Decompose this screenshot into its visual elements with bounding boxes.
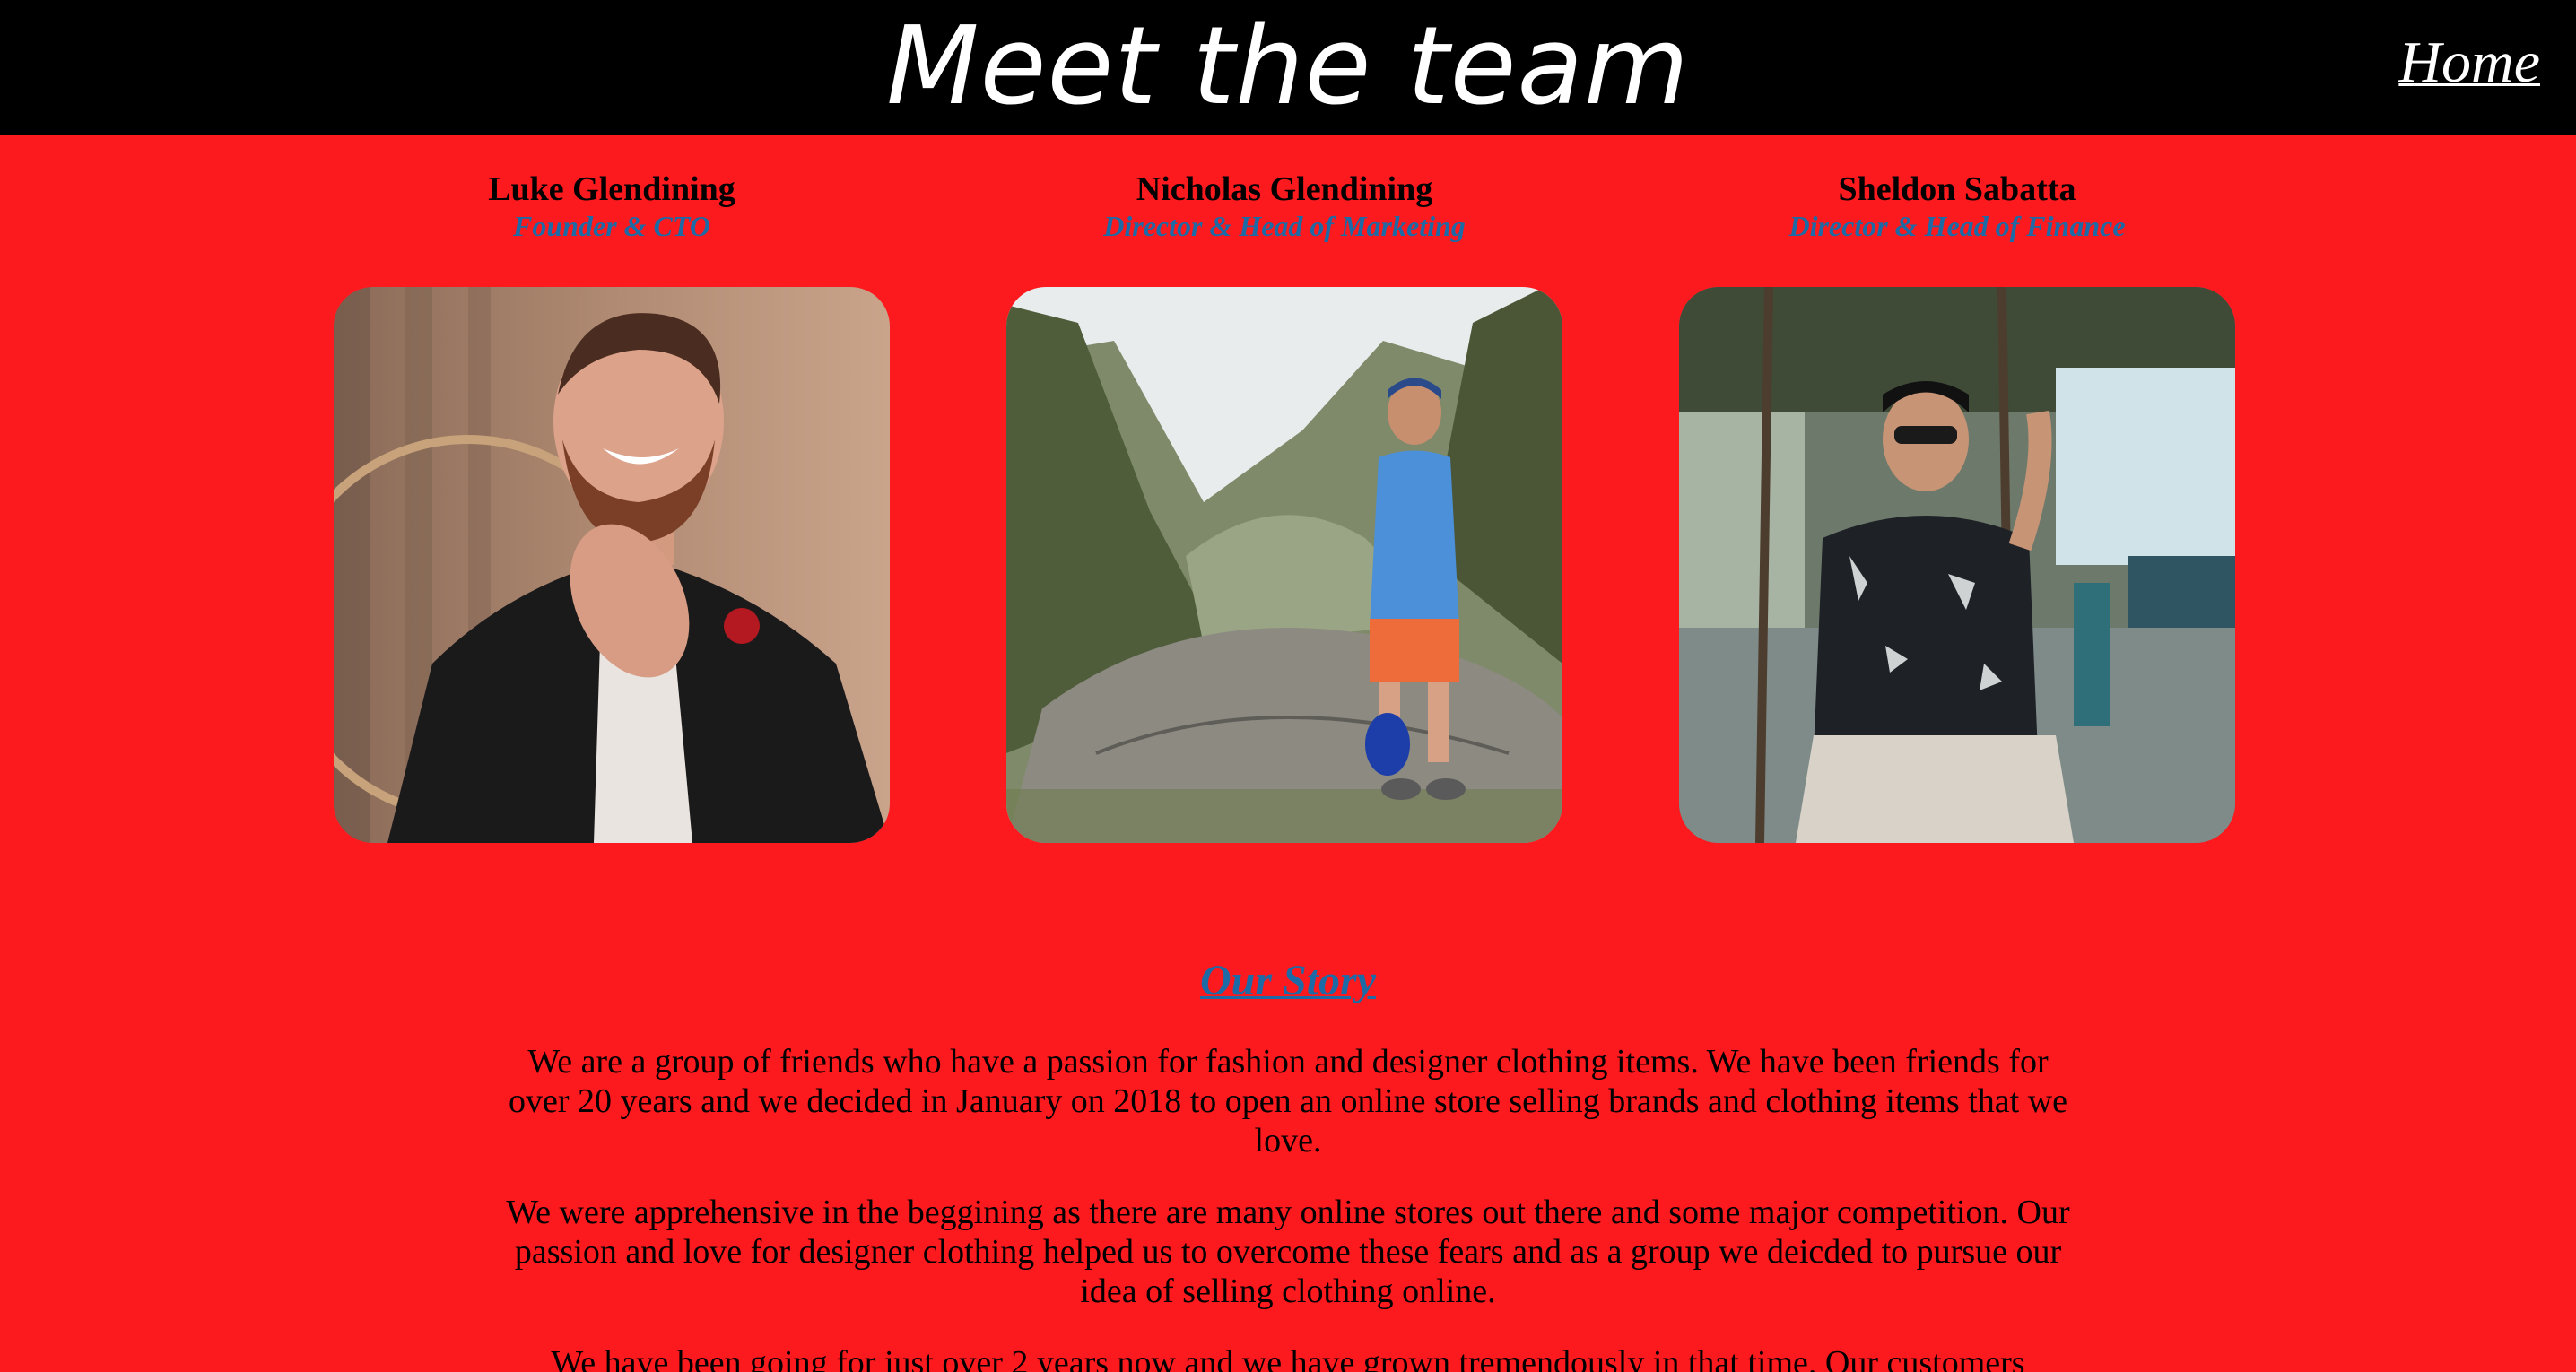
photo-luke-image bbox=[334, 287, 890, 843]
member-photo bbox=[1679, 287, 2235, 843]
member-role: Director & Head of Marketing bbox=[1103, 210, 1466, 242]
team-member-card: Luke Glendining Founder & CTO bbox=[334, 169, 890, 242]
story-heading: Our Story bbox=[1199, 957, 1377, 1004]
team-member-card: Sheldon Sabatta Director & Head of Finan… bbox=[1679, 169, 2235, 242]
team-member-card: Nicholas Glendining Director & Head of M… bbox=[1006, 169, 1562, 242]
story-body: We are a group of friends who have a pas… bbox=[502, 1042, 2074, 1372]
story-paragraph: We have been going for just over 2 years… bbox=[551, 1344, 2025, 1372]
story-paragraph: We are a group of friends who have a pas… bbox=[508, 1043, 2068, 1159]
photo-sheldon-image bbox=[1679, 287, 2235, 843]
member-photo bbox=[1006, 287, 1562, 843]
member-name: Nicholas Glendining bbox=[1136, 170, 1433, 208]
home-link[interactable]: Home bbox=[2398, 29, 2540, 97]
page-title: Meet the team bbox=[886, 4, 1690, 129]
member-role: Founder & CTO bbox=[513, 210, 710, 242]
member-name: Luke Glendining bbox=[488, 170, 735, 208]
member-role: Director & Head of Finance bbox=[1788, 210, 2126, 242]
member-photo bbox=[334, 287, 890, 843]
page-header: Meet the team Home bbox=[0, 0, 2576, 135]
member-name: Sheldon Sabatta bbox=[1838, 170, 2076, 208]
story-paragraph: We were apprehensive in the beggining as… bbox=[506, 1194, 2070, 1310]
photo-nicholas-image bbox=[1006, 287, 1562, 843]
